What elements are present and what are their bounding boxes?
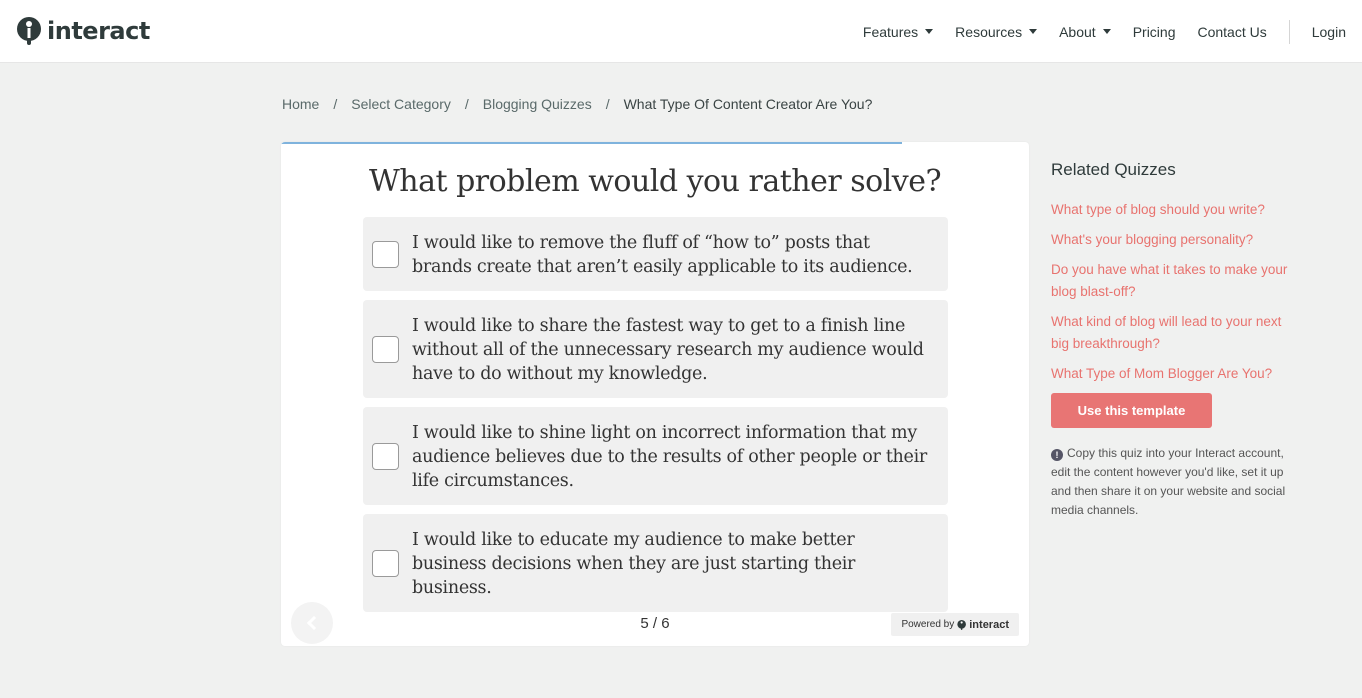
answer-option[interactable]: I would like to shine light on incorrect… xyxy=(363,407,948,505)
interact-logo[interactable]: interact xyxy=(16,16,150,46)
powered-by-badge[interactable]: Powered by interact xyxy=(891,613,1019,636)
related-quiz-link[interactable]: What kind of blog will lead to your next… xyxy=(1051,311,1291,355)
template-info-text: Copy this quiz into your Interact accoun… xyxy=(1051,446,1286,517)
answer-list: I would like to remove the fluff of “how… xyxy=(363,217,948,621)
related-quiz-link[interactable]: Do you have what it takes to make your b… xyxy=(1051,259,1291,303)
answer-option[interactable]: I would like to educate my audience to m… xyxy=(363,514,948,612)
answer-text: I would like to remove the fluff of “how… xyxy=(412,233,913,277)
powered-by-brand-text: interact xyxy=(969,618,1009,631)
powered-by-brand: interact xyxy=(957,619,1009,631)
answer-checkbox[interactable] xyxy=(372,241,399,268)
nav-about-label: About xyxy=(1059,23,1096,40)
nav-divider xyxy=(1288,19,1290,44)
breadcrumb-current: What Type Of Content Creator Are You? xyxy=(623,96,873,112)
answer-option[interactable]: I would like to remove the fluff of “how… xyxy=(363,217,948,291)
nav-resources[interactable]: Resources xyxy=(955,23,1038,40)
answer-checkbox[interactable] xyxy=(372,443,399,470)
answer-text: I would like to educate my audience to m… xyxy=(412,530,856,598)
progress-bar xyxy=(281,142,1029,144)
related-quiz-link[interactable]: What Type of Mom Blogger Are You? xyxy=(1051,363,1291,385)
related-sidebar: Related Quizzes What type of blog should… xyxy=(1051,160,1291,520)
breadcrumb-separator: / xyxy=(333,96,338,112)
quiz-card: What problem would you rather solve? I w… xyxy=(281,142,1029,646)
breadcrumb-separator: / xyxy=(464,96,469,112)
answer-text: I would like to share the fastest way to… xyxy=(412,316,924,384)
quiz-question: What problem would you rather solve? xyxy=(368,164,942,199)
answer-option[interactable]: I would like to share the fastest way to… xyxy=(363,300,948,398)
powered-by-label: Powered by xyxy=(901,619,955,630)
answer-checkbox[interactable] xyxy=(372,336,399,363)
nav-features-label: Features xyxy=(862,23,919,40)
breadcrumb: Home / Select Category / Blogging Quizze… xyxy=(282,96,872,112)
login-label: Login xyxy=(1311,23,1346,40)
interact-logo-icon xyxy=(17,17,41,45)
nav-pricing-label: Pricing xyxy=(1132,23,1176,40)
nav-contact-us[interactable]: Contact Us xyxy=(1197,24,1266,40)
template-info: ! Copy this quiz into your Interact accou… xyxy=(1051,444,1291,520)
progress-fill xyxy=(281,142,902,144)
nav-resources-label: Resources xyxy=(955,23,1023,40)
chevron-down-icon xyxy=(1102,29,1111,34)
answer-text: I would like to shine light on incorrect… xyxy=(412,423,927,491)
use-template-button[interactable]: Use this template xyxy=(1051,393,1212,428)
logo-text: interact xyxy=(47,17,150,45)
site-header: interact Features Resources About Pricin… xyxy=(0,0,1362,63)
interact-logo-icon xyxy=(957,619,967,630)
chevron-down-icon xyxy=(925,29,934,34)
nav-contact-label: Contact Us xyxy=(1197,23,1267,40)
related-quizzes-list: What type of blog should you write? What… xyxy=(1051,199,1291,385)
breadcrumb-blogging-quizzes[interactable]: Blogging Quizzes xyxy=(483,96,592,112)
info-icon: ! xyxy=(1051,449,1063,461)
breadcrumb-separator: / xyxy=(605,96,610,112)
related-quiz-link[interactable]: What type of blog should you write? xyxy=(1051,199,1291,221)
related-quiz-link[interactable]: What's your blogging personality? xyxy=(1051,229,1291,251)
nav-about[interactable]: About xyxy=(1059,24,1111,40)
main-nav: Features Resources About Pricing Contact… xyxy=(841,0,1346,63)
breadcrumb-home[interactable]: Home xyxy=(282,96,319,112)
nav-pricing[interactable]: Pricing xyxy=(1133,24,1176,40)
answer-checkbox[interactable] xyxy=(372,550,399,577)
nav-features[interactable]: Features xyxy=(862,23,934,40)
breadcrumb-select-category[interactable]: Select Category xyxy=(351,96,451,112)
chevron-down-icon xyxy=(1029,29,1038,34)
related-quizzes-title: Related Quizzes xyxy=(1051,160,1176,179)
login-link[interactable]: Login xyxy=(1312,24,1346,40)
